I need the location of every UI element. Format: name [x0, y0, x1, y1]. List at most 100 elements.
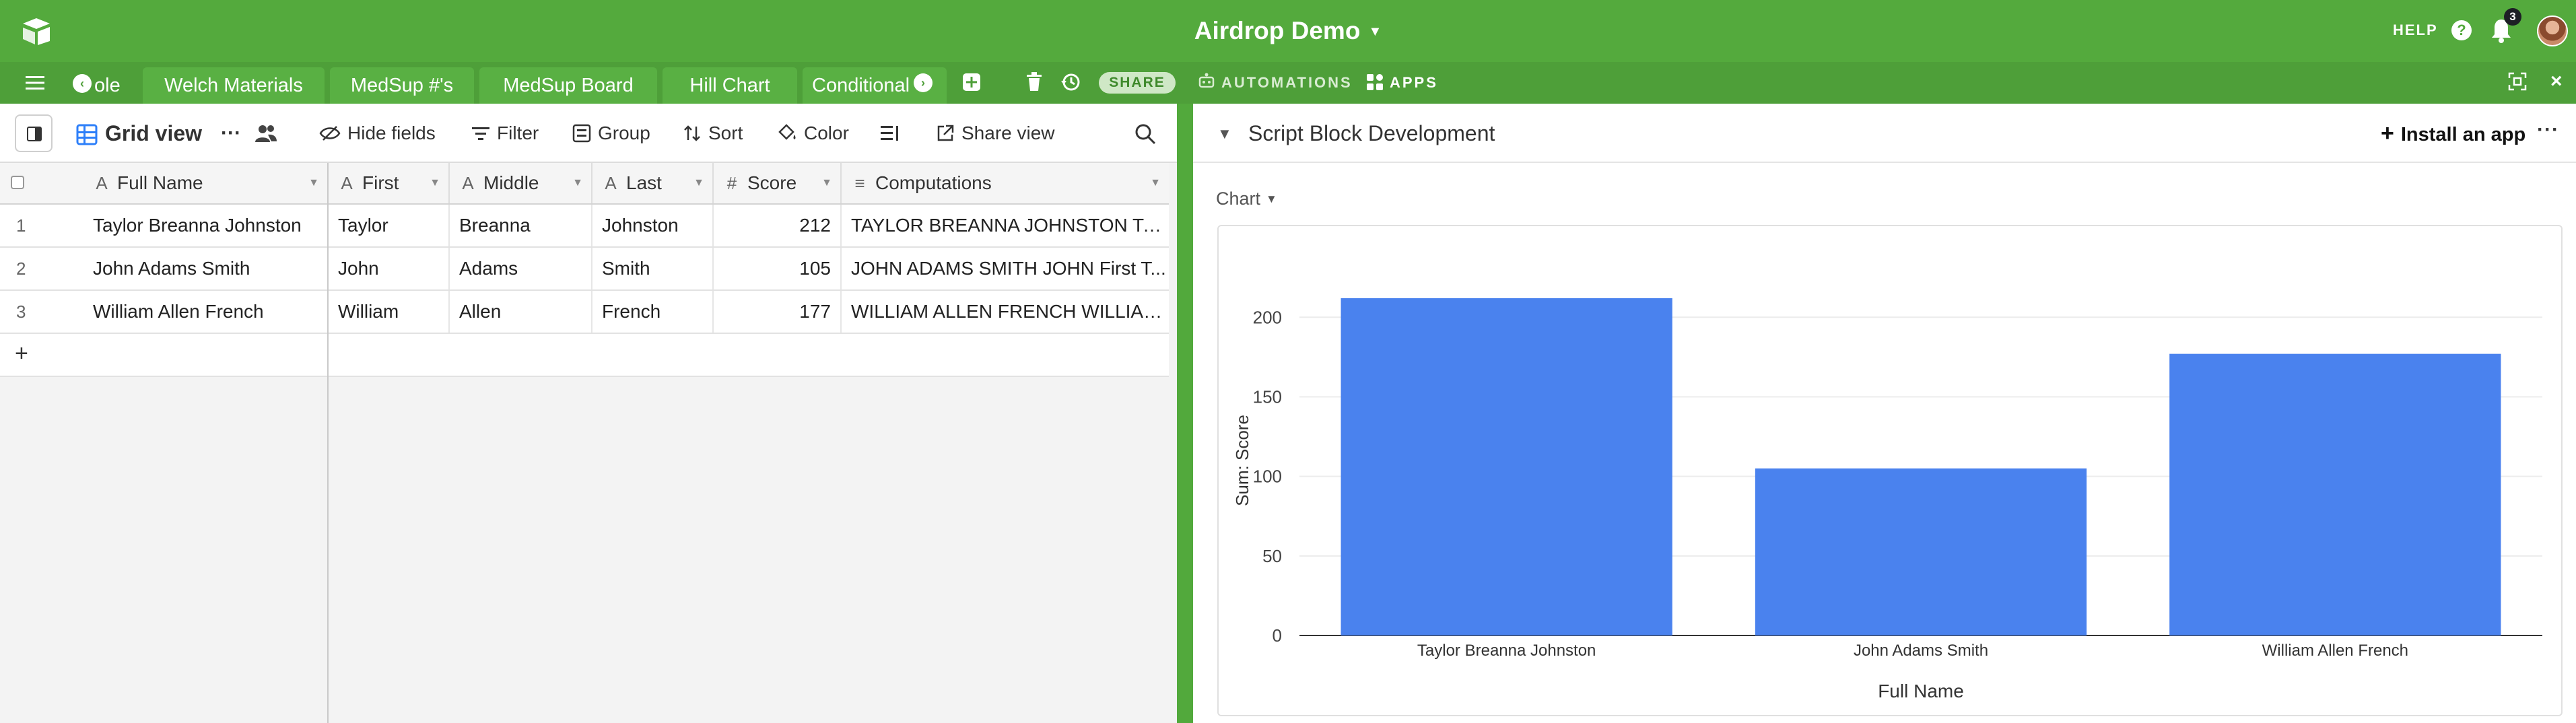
- chevron-down-icon[interactable]: ▼: [308, 163, 319, 203]
- cell-first[interactable]: William: [329, 291, 450, 333]
- base-title[interactable]: Airdrop Demo ▼: [0, 13, 2576, 53]
- filter-label: Filter: [497, 123, 539, 143]
- bar-chart: 0 50 100 150 200 Taylor Breanna Johnston John …: [1232, 298, 2542, 701]
- select-all-checkbox[interactable]: [11, 176, 24, 189]
- hamburger-menu-icon[interactable]: [24, 74, 46, 92]
- collaborators-icon[interactable]: [255, 117, 284, 149]
- row-height-button[interactable]: [879, 117, 906, 149]
- row-height-icon: [881, 125, 898, 141]
- tab-partial[interactable]: ole: [94, 67, 121, 104]
- tab-medsup-numbers[interactable]: MedSup #'s: [330, 67, 474, 104]
- cell-score[interactable]: 105: [714, 248, 842, 289]
- apps-icon[interactable]: [1365, 73, 1384, 92]
- chevron-down-icon[interactable]: ▼: [1368, 24, 1382, 39]
- x-tick-label: Taylor Breanna Johnston: [1417, 642, 1596, 660]
- install-app-button[interactable]: + Install an app: [2381, 120, 2526, 148]
- search-icon[interactable]: [1134, 123, 1157, 145]
- cell-full-name[interactable]: William Allen French: [83, 291, 329, 333]
- cell-computations[interactable]: TAYLOR BREANNA JOHNSTON TAY...: [842, 205, 1169, 246]
- cell-full-name[interactable]: John Adams Smith: [83, 248, 329, 289]
- text-field-icon: A: [462, 173, 474, 193]
- view-name: Grid view: [105, 121, 203, 145]
- column-header-middle[interactable]: A Middle ▼: [450, 163, 592, 203]
- help-link[interactable]: HELP: [2393, 22, 2438, 39]
- column-header-last[interactable]: A Last ▼: [592, 163, 714, 203]
- history-icon[interactable]: [1060, 71, 1081, 93]
- cell-score[interactable]: 212: [714, 205, 842, 246]
- chart-selector[interactable]: Chart ▼: [1216, 188, 1277, 209]
- grid-view-icon: [76, 124, 98, 145]
- cell-last[interactable]: French: [592, 291, 714, 333]
- text-field-icon: A: [605, 173, 617, 193]
- cell-middle[interactable]: Adams: [450, 248, 592, 289]
- column-header-first[interactable]: A First ▼: [329, 163, 450, 203]
- group-icon: [572, 124, 591, 142]
- base-name[interactable]: Airdrop Demo: [1194, 17, 1361, 44]
- cell-score[interactable]: 177: [714, 291, 842, 333]
- scroll-right-icon[interactable]: ›: [914, 73, 933, 92]
- view-toolbar: Grid view ··· Hide fields Filter Group S…: [0, 104, 1177, 163]
- cell-first[interactable]: Taylor: [329, 205, 450, 246]
- grid-header: A Full Name ▼ A First ▼ A Middle ▼ A Last ▼ # Sco…: [0, 163, 1169, 205]
- app-more-icon[interactable]: ···: [2537, 118, 2559, 141]
- share-view-button[interactable]: Share view: [936, 117, 1055, 149]
- top-bar: Airdrop Demo ▼ HELP ? 3: [0, 0, 2576, 62]
- y-tick-label: 50: [1262, 546, 1282, 566]
- row-number: 2: [16, 259, 26, 279]
- chevron-down-icon[interactable]: ▼: [821, 163, 832, 203]
- y-tick-label: 150: [1253, 386, 1282, 407]
- bar: [2169, 353, 2501, 635]
- column-header-score[interactable]: # Score ▼: [714, 163, 842, 203]
- cell-computations[interactable]: WILLIAM ALLEN FRENCH WILLIAM ...: [842, 291, 1169, 333]
- cell-middle[interactable]: Breanna: [450, 205, 592, 246]
- cell-first[interactable]: John: [329, 248, 450, 289]
- sidebar-icon: [27, 127, 42, 141]
- table-row[interactable]: 2 John Adams Smith John Adams Smith 105 …: [0, 248, 1169, 291]
- x-tick-label: William Allen French: [2262, 642, 2408, 660]
- chevron-down-icon[interactable]: ▼: [1150, 163, 1161, 203]
- apps-button[interactable]: APPS: [1390, 74, 1438, 92]
- view-switcher[interactable]: Grid view: [75, 117, 202, 149]
- avatar[interactable]: [2537, 15, 2568, 46]
- close-icon[interactable]: ×: [2550, 70, 2563, 93]
- fullscreen-icon[interactable]: [2507, 71, 2528, 92]
- chevron-down-icon[interactable]: ▼: [693, 163, 704, 203]
- share-button[interactable]: SHARE: [1099, 72, 1176, 94]
- collapse-app-icon[interactable]: ▼: [1217, 125, 1232, 143]
- cell-computations[interactable]: JOHN ADAMS SMITH JOHN First T...: [842, 248, 1169, 289]
- trash-icon[interactable]: [1025, 71, 1043, 92]
- cell-last[interactable]: Smith: [592, 248, 714, 289]
- cell-full-name[interactable]: Taylor Breanna Johnston: [83, 205, 329, 246]
- table-row[interactable]: 1 Taylor Breanna Johnston Taylor Breanna…: [0, 205, 1169, 248]
- tab-hill-chart[interactable]: Hill Chart: [663, 67, 797, 104]
- add-record-button[interactable]: +: [15, 341, 28, 367]
- plus-icon: +: [2381, 120, 2394, 146]
- view-more-icon[interactable]: ···: [221, 117, 241, 149]
- app-title[interactable]: Script Block Development: [1248, 118, 1495, 148]
- automations-button[interactable]: AUTOMATIONS: [1221, 74, 1353, 92]
- install-app-label: Install an app: [2400, 124, 2526, 145]
- filter-icon: [472, 127, 489, 140]
- filter-button[interactable]: Filter: [471, 117, 539, 149]
- chevron-down-icon[interactable]: ▼: [572, 163, 583, 203]
- sort-button[interactable]: Sort: [683, 117, 743, 149]
- color-button[interactable]: Color: [777, 117, 849, 149]
- tab-welch-materials[interactable]: Welch Materials: [143, 67, 325, 104]
- table-row[interactable]: 3 William Allen French William Allen Fre…: [0, 291, 1169, 334]
- x-tick-label: John Adams Smith: [1854, 642, 1988, 660]
- column-header-full-name[interactable]: A Full Name ▼: [83, 163, 329, 203]
- help-icon[interactable]: ?: [2451, 20, 2472, 40]
- cell-middle[interactable]: Allen: [450, 291, 592, 333]
- chevron-down-icon[interactable]: ▼: [430, 163, 440, 203]
- tab-medsup-board[interactable]: MedSup Board: [479, 67, 657, 104]
- sidebar-toggle-button[interactable]: [15, 114, 53, 152]
- scroll-left-icon[interactable]: ‹: [73, 74, 92, 93]
- column-header-computations[interactable]: ≡ Computations ▼: [842, 163, 1169, 203]
- pane-divider[interactable]: [1177, 104, 1193, 723]
- hide-fields-button[interactable]: Hide fields: [319, 117, 436, 149]
- automations-icon[interactable]: [1197, 71, 1216, 90]
- cell-last[interactable]: Johnston: [592, 205, 714, 246]
- add-table-icon[interactable]: [961, 72, 982, 92]
- group-button[interactable]: Group: [572, 117, 650, 149]
- add-record-row[interactable]: +: [0, 334, 1169, 377]
